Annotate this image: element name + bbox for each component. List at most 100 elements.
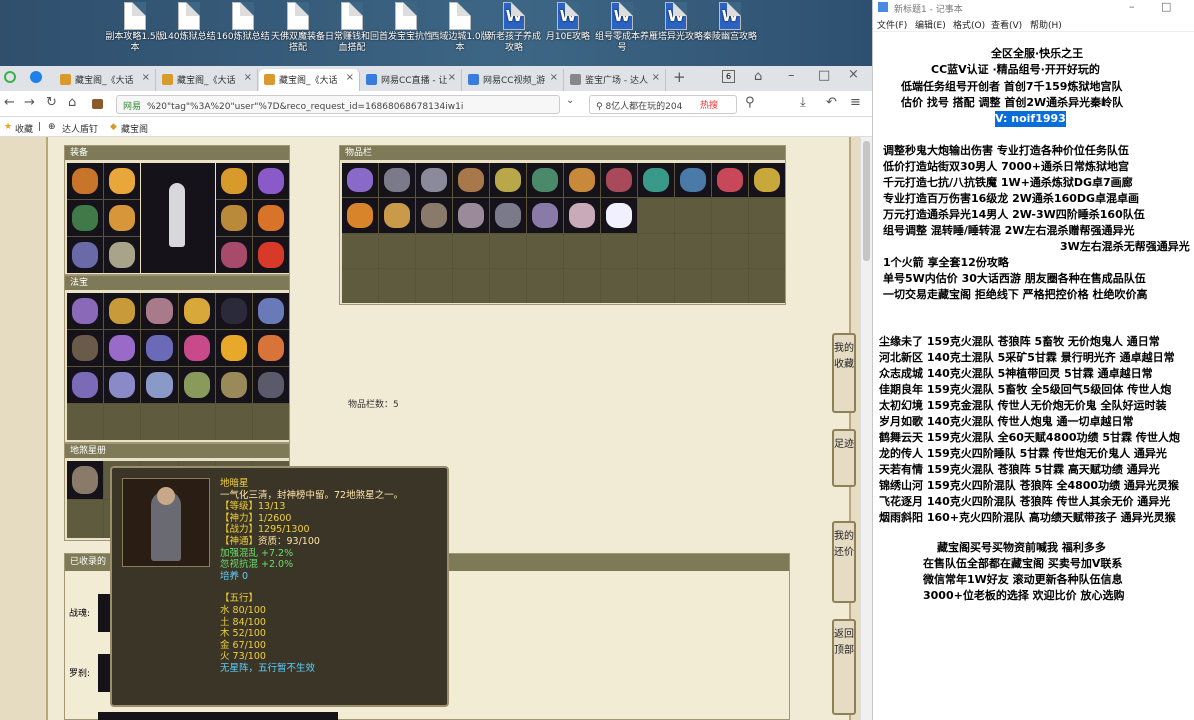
fabao-slot[interactable]: [141, 404, 178, 440]
item-slot[interactable]: [490, 163, 526, 198]
bag-icon[interactable]: [92, 99, 103, 109]
equip-slot[interactable]: [67, 163, 103, 199]
close-window-icon[interactable]: ×: [848, 67, 859, 82]
item-slot[interactable]: [379, 268, 415, 303]
equip-slot[interactable]: [253, 237, 289, 273]
close-tab-icon[interactable]: ×: [448, 72, 456, 83]
item-slot[interactable]: [712, 268, 748, 303]
item-slot[interactable]: [601, 233, 637, 268]
notepad-text[interactable]: 全区全服·快乐之王 CC蓝V认证 ·精品组号·开开好玩的 低端任务组号开创者 首…: [873, 32, 1194, 720]
scroll-thumb[interactable]: [863, 141, 870, 261]
item-slot[interactable]: [490, 268, 526, 303]
star-slot[interactable]: [67, 500, 104, 538]
item-slot[interactable]: [453, 233, 489, 268]
tab-4[interactable]: 网易CC视频_游 ×: [463, 69, 564, 91]
item-slot[interactable]: [749, 233, 785, 268]
fabao-slot[interactable]: [67, 330, 104, 366]
item-slot[interactable]: [564, 198, 600, 233]
fabao-slot[interactable]: [252, 404, 289, 440]
shirt-icon[interactable]: ⌂: [754, 69, 762, 84]
tab-0[interactable]: 藏宝阁_《大话 ×: [55, 69, 156, 91]
chevron-down-icon[interactable]: ⌄: [566, 95, 574, 106]
new-tab-icon[interactable]: +: [673, 68, 686, 86]
forward-icon[interactable]: →: [24, 95, 35, 110]
fabao-slot[interactable]: [215, 404, 252, 440]
desktop-icon-0[interactable]: 副本攻略1.5版本: [105, 2, 165, 54]
equip-slot[interactable]: [104, 163, 140, 199]
close-tab-icon[interactable]: ×: [346, 72, 354, 83]
bookmark-a[interactable]: 达人盾钉: [62, 122, 98, 135]
equip-slot[interactable]: [253, 163, 289, 199]
fabao-slot[interactable]: [252, 330, 289, 366]
desktop-icon-7[interactable]: W 新老孩子养成攻略: [484, 2, 544, 54]
item-slot[interactable]: [527, 233, 563, 268]
equip-slot[interactable]: [104, 200, 140, 236]
download-icon[interactable]: ⤓: [800, 95, 806, 110]
item-slot[interactable]: [638, 163, 674, 198]
fabao-slot[interactable]: [104, 293, 141, 329]
menu-format[interactable]: 格式(O): [953, 18, 985, 31]
tab-3[interactable]: 网易CC直播 - 让 ×: [361, 69, 462, 91]
desktop-icon-8[interactable]: W 月10E攻略: [538, 2, 598, 43]
desktop-icon-1[interactable]: 140炼狱总结: [159, 2, 219, 43]
close-tab-icon[interactable]: ×: [652, 72, 660, 83]
equip-slot[interactable]: [253, 200, 289, 236]
item-slot[interactable]: [749, 268, 785, 303]
item-slot[interactable]: [453, 268, 489, 303]
equip-slot[interactable]: [67, 200, 103, 236]
item-slot[interactable]: [453, 163, 489, 198]
desktop-icon-6[interactable]: 西域边城1.0版本: [430, 2, 490, 54]
fabao-slot[interactable]: [215, 330, 252, 366]
item-slot[interactable]: [342, 163, 378, 198]
tab-count[interactable]: 6: [722, 70, 735, 83]
equip-slot[interactable]: [216, 237, 252, 273]
desktop-icon-4[interactable]: 日常赚钱和回血搭配: [322, 2, 382, 54]
equip-slot[interactable]: [104, 237, 140, 273]
item-slot[interactable]: [342, 198, 378, 233]
close-tab-icon[interactable]: ×: [142, 72, 150, 83]
fabao-slot[interactable]: [252, 293, 289, 329]
refresh-icon[interactable]: ↻: [46, 95, 57, 110]
fabao-slot[interactable]: [178, 330, 215, 366]
item-slot[interactable]: [379, 233, 415, 268]
item-slot[interactable]: [490, 198, 526, 233]
fabao-slot[interactable]: [67, 293, 104, 329]
item-slot[interactable]: [638, 233, 674, 268]
scrollbar[interactable]: [860, 137, 872, 720]
desktop-icon-2[interactable]: 160炼狱总结: [213, 2, 273, 43]
fabao-slot[interactable]: [67, 367, 104, 403]
desktop-icon-9[interactable]: W 组号零成本养号: [592, 2, 652, 54]
item-slot[interactable]: [564, 233, 600, 268]
undo-icon[interactable]: ↶: [826, 95, 837, 110]
item-slot[interactable]: [416, 163, 452, 198]
fabao-slot[interactable]: [215, 367, 252, 403]
item-slot[interactable]: [527, 163, 563, 198]
fabao-slot[interactable]: [104, 367, 141, 403]
maximize-icon[interactable]: □: [818, 68, 830, 83]
item-slot[interactable]: [453, 198, 489, 233]
item-slot[interactable]: [416, 233, 452, 268]
bookmark-fav[interactable]: 收藏: [15, 122, 33, 135]
back-icon[interactable]: ←: [4, 95, 15, 110]
item-slot[interactable]: [527, 268, 563, 303]
item-slot[interactable]: [342, 233, 378, 268]
close-tab-icon[interactable]: ×: [244, 72, 252, 83]
tab-2[interactable]: 藏宝阁_《大话 ×: [259, 69, 360, 91]
menu-icon[interactable]: ≡: [850, 95, 861, 110]
item-slot[interactable]: [712, 233, 748, 268]
item-slot[interactable]: [527, 198, 563, 233]
item-slot[interactable]: [712, 198, 748, 233]
fabao-slot[interactable]: [178, 404, 215, 440]
footprints-button[interactable]: 足迹: [832, 429, 856, 487]
minimize-icon[interactable]: –: [788, 68, 795, 83]
back-to-top-button[interactable]: 返回顶部: [832, 619, 856, 715]
tab-5[interactable]: 鉴宝广场 - 达人 ×: [565, 69, 666, 91]
item-slot[interactable]: [675, 268, 711, 303]
fabao-slot[interactable]: [104, 330, 141, 366]
item-slot[interactable]: [379, 163, 415, 198]
item-slot[interactable]: [675, 163, 711, 198]
home-icon[interactable]: ⌂: [68, 95, 76, 110]
item-slot[interactable]: [490, 233, 526, 268]
hot-search-link[interactable]: 热搜: [700, 98, 718, 111]
search-icon[interactable]: ⚲: [745, 95, 755, 110]
